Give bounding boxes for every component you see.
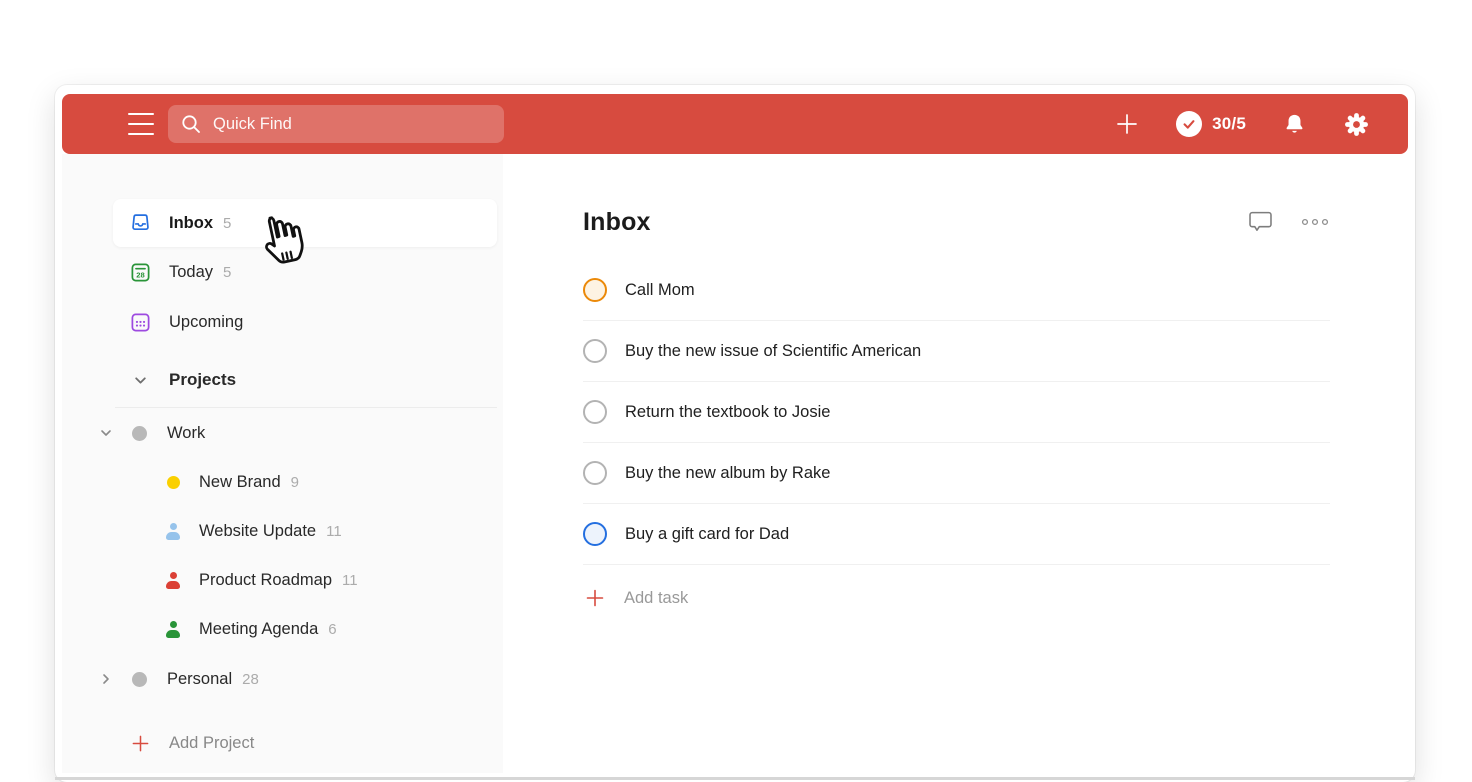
task-row[interactable]: Return the textbook to Josie: [583, 382, 1330, 443]
sidebar-item-label: Upcoming: [169, 312, 244, 331]
sidebar-item-inbox[interactable]: Inbox 5: [113, 199, 497, 247]
project-label: New Brand: [199, 473, 281, 491]
project-count: 28: [242, 670, 259, 688]
project-label: Personal: [167, 669, 233, 688]
chevron-right-icon[interactable]: [98, 672, 114, 686]
task-complete-circle[interactable]: [583, 400, 607, 424]
task-complete-circle[interactable]: [583, 278, 607, 302]
upcoming-calendar-icon: [129, 311, 151, 333]
project-label: Meeting Agenda: [199, 620, 319, 638]
sidebar-item-today[interactable]: 28 Today 5: [113, 247, 497, 297]
task-row[interactable]: Buy the new issue of Scientific American: [583, 321, 1330, 382]
sidebar: Inbox 5 28 Today 5 Upcoming Projects Wor…: [62, 154, 503, 773]
sidebar-item-upcoming[interactable]: Upcoming: [113, 297, 497, 347]
sidebar-project-product-roadmap[interactable]: Product Roadmap 11: [113, 556, 497, 605]
task-row[interactable]: Buy a gift card for Dad: [583, 504, 1330, 565]
project-label: Website Update: [199, 522, 317, 540]
quick-find-search[interactable]: [168, 105, 504, 143]
comment-button[interactable]: [1247, 209, 1274, 235]
task-row[interactable]: Buy the new album by Rake: [583, 443, 1330, 504]
task-label: Call Mom: [625, 280, 695, 299]
task-complete-circle[interactable]: [583, 522, 607, 546]
project-count: 9: [290, 474, 299, 491]
inbox-icon: [129, 212, 151, 234]
sidebar-project-work[interactable]: Work: [98, 408, 497, 458]
projects-header-label: Projects: [169, 370, 237, 389]
sidebar-project-personal[interactable]: Personal 28: [98, 654, 497, 704]
app-window: 30/5: [55, 85, 1415, 782]
more-options-icon: [1301, 218, 1329, 226]
add-task-plus-button[interactable]: [1114, 111, 1140, 137]
hamburger-menu-icon[interactable]: [128, 113, 154, 135]
shared-person-icon: [163, 522, 183, 542]
chevron-down-icon[interactable]: [129, 369, 151, 391]
svg-text:28: 28: [136, 270, 144, 279]
notifications-bell-icon: [1286, 114, 1303, 133]
add-project-button[interactable]: Add Project: [113, 718, 497, 768]
project-color-dot: [163, 473, 183, 493]
shared-person-icon: [163, 571, 183, 591]
plus-icon: [583, 588, 607, 608]
settings-gear-icon: [1345, 112, 1368, 136]
project-count: 6: [328, 621, 337, 638]
sidebar-item-count: 5: [223, 214, 232, 232]
top-bar: 30/5: [62, 94, 1408, 154]
sidebar-project-new-brand[interactable]: New Brand 9: [113, 458, 497, 507]
comment-icon: [1249, 211, 1272, 231]
project-count: 11: [342, 572, 358, 589]
settings-button[interactable]: [1343, 111, 1370, 138]
task-label: Buy a gift card for Dad: [625, 524, 790, 543]
sidebar-projects-header[interactable]: Projects: [113, 353, 497, 407]
sidebar-item-label: Inbox: [169, 213, 213, 232]
plus-icon: [129, 732, 151, 754]
project-count: 11: [326, 523, 342, 540]
karma-progress-badge[interactable]: 30/5: [1176, 111, 1246, 137]
sidebar-project-meeting-agenda[interactable]: Meeting Agenda 6: [113, 605, 497, 654]
add-project-label: Add Project: [169, 733, 255, 752]
task-row[interactable]: Call Mom: [583, 260, 1330, 321]
project-label: Product Roadmap: [199, 571, 332, 589]
main-content: Inbox Call Mom Buy the new issue of Scie…: [503, 154, 1408, 773]
notifications-button[interactable]: [1282, 112, 1307, 137]
search-icon: [182, 115, 200, 133]
more-options-button[interactable]: [1300, 217, 1330, 227]
chevron-down-icon[interactable]: [98, 426, 114, 440]
add-task-button[interactable]: Add task: [583, 570, 1330, 626]
topbar-actions: 30/5: [1114, 111, 1408, 138]
project-color-dot: [132, 425, 147, 441]
add-task-label: Add task: [624, 588, 689, 607]
project-color-dot: [132, 671, 147, 687]
sidebar-project-website-update[interactable]: Website Update 11: [113, 507, 497, 556]
page-title: Inbox: [583, 207, 651, 236]
task-label: Return the textbook to Josie: [625, 402, 831, 421]
plus-icon: [1117, 114, 1137, 134]
search-input[interactable]: [211, 113, 492, 135]
task-complete-circle[interactable]: [583, 339, 607, 363]
task-label: Buy the new album by Rake: [625, 463, 831, 482]
karma-count: 30/5: [1212, 114, 1246, 133]
today-calendar-icon: 28: [129, 261, 151, 283]
shared-person-icon: [163, 620, 183, 640]
task-complete-circle[interactable]: [583, 461, 607, 485]
project-label: Work: [167, 423, 206, 442]
sidebar-item-count: 5: [223, 263, 232, 281]
task-label: Buy the new issue of Scientific American: [625, 341, 922, 360]
sidebar-item-label: Today: [169, 262, 214, 281]
checkmark-circle-icon: [1176, 111, 1203, 137]
